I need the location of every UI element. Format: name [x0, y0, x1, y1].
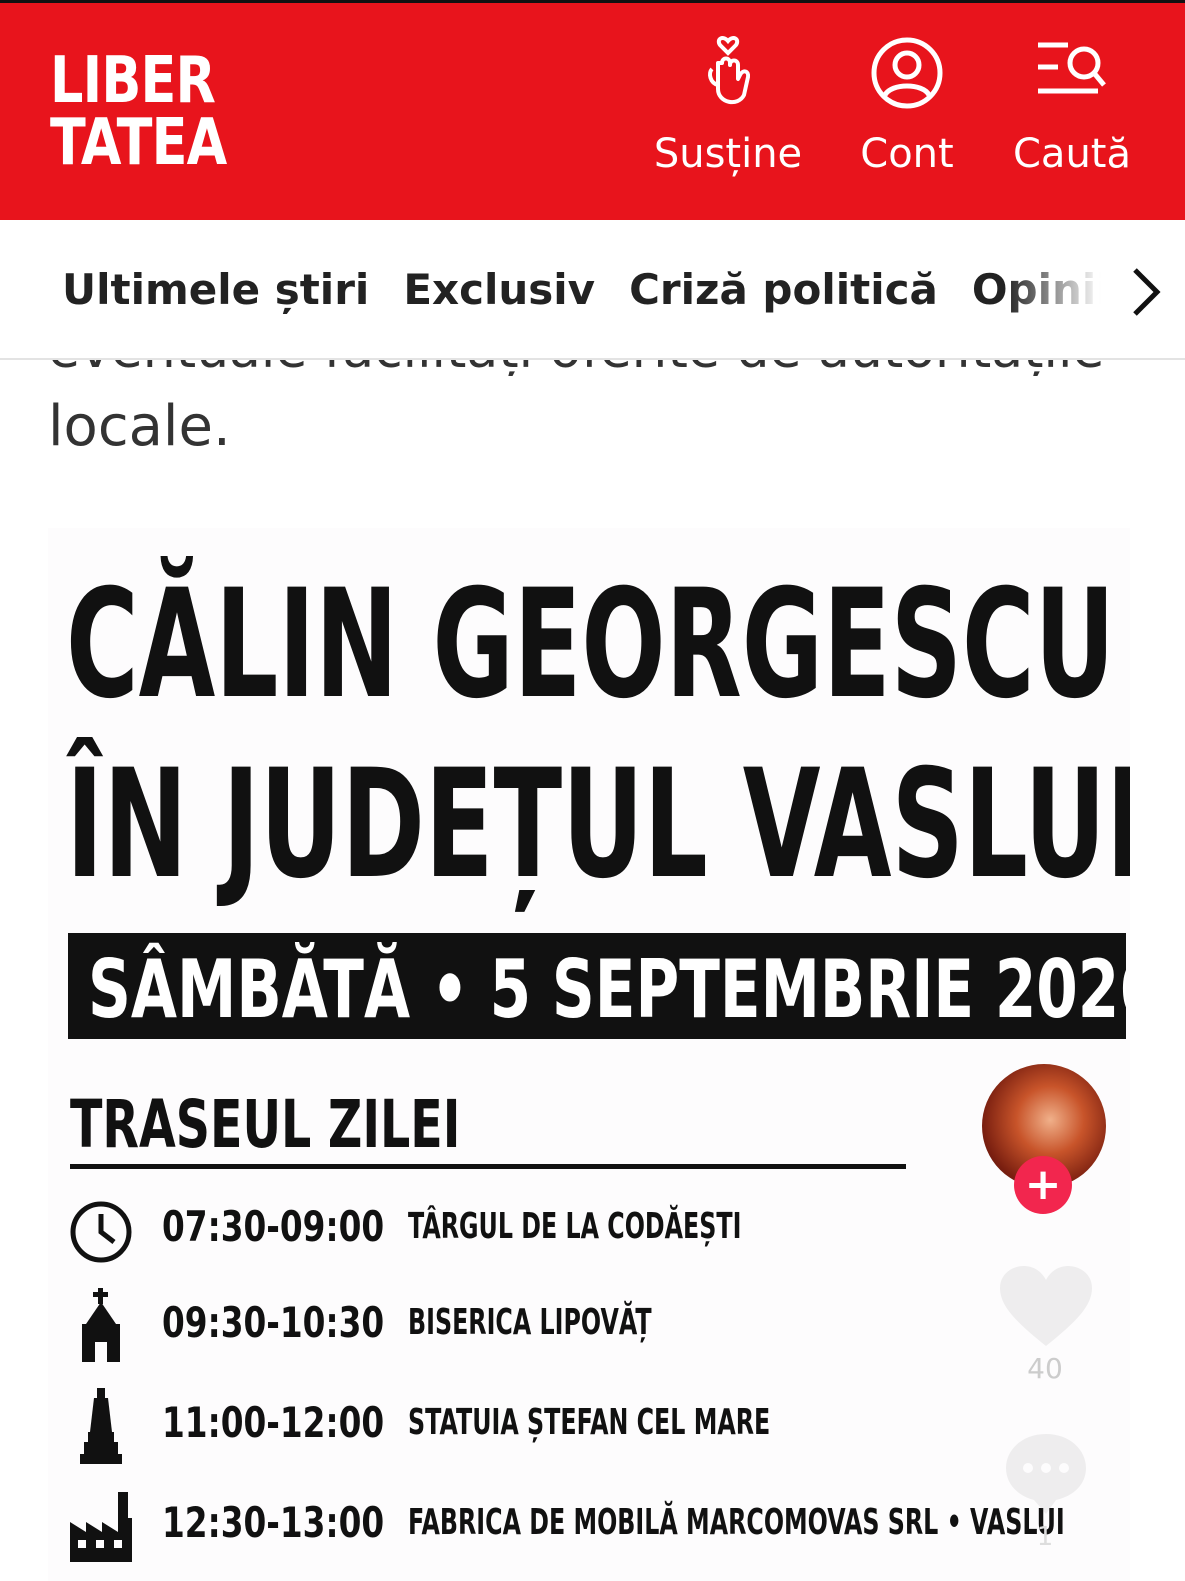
church-icon	[82, 1288, 120, 1362]
nav-fade	[1005, 240, 1125, 340]
search-label: Caută	[1013, 131, 1131, 177]
follow-plus-button[interactable]: +	[1014, 1156, 1072, 1214]
logo-line-1: LIBER	[50, 44, 216, 118]
poster-subtitle: TRASEUL ZILEI	[70, 1086, 461, 1163]
clock-icon	[70, 1201, 132, 1263]
schedule-row: 09:30-10:30 BISERICA LIPOVĂȚ	[68, 1288, 1068, 1368]
schedule-place: FABRICA DE MOBILĂ MARCOMOVAS SRL • VASLU…	[408, 1502, 1065, 1543]
statue-icon	[80, 1388, 122, 1464]
schedule-row: 12:30-13:00 FABRICA DE MOBILĂ MARCOMOVAS…	[68, 1488, 1068, 1568]
nav-item-political-crisis[interactable]: Criză politică	[629, 260, 938, 320]
nav-item-exclusive[interactable]: Exclusiv	[403, 260, 595, 320]
category-nav: Ultimele știri Exclusiv Criză politică O…	[0, 220, 1185, 360]
heart-icon[interactable]	[996, 1262, 1096, 1352]
comment-count: 1	[1036, 1522, 1054, 1552]
logo-line-2: TATEA	[50, 106, 227, 180]
search-menu-icon	[1038, 42, 1106, 94]
schedule-time: 12:30-13:00	[162, 1498, 385, 1547]
schedule-row: 07:30-09:00 TÂRGUL DE LA CODĂEȘTI	[68, 1192, 1068, 1272]
schedule-time: 07:30-09:00	[162, 1202, 385, 1251]
chevron-right-icon	[1133, 268, 1161, 316]
account-button[interactable]: Cont	[822, 33, 992, 193]
schedule-row: 11:00-12:00 STATUIA ȘTEFAN CEL MARE	[68, 1388, 1068, 1468]
campaign-poster: CĂLIN GEORGESCU ÎN JUDEȚUL VASLUI SÂMBĂT…	[48, 528, 1130, 1581]
schedule-time: 11:00-12:00	[162, 1398, 385, 1447]
like-count: 40	[1027, 1352, 1063, 1385]
schedule-place: BISERICA LIPOVĂȚ	[408, 1302, 652, 1343]
poster-title-line-1: CĂLIN GEORGESCU	[66, 558, 1116, 732]
schedule-place: TÂRGUL DE LA CODĂEȘTI	[408, 1206, 742, 1247]
schedule-place: STATUIA ȘTEFAN CEL MARE	[408, 1402, 771, 1443]
poster-divider	[70, 1164, 906, 1169]
liberatea-logo[interactable]: LIBER TATEA	[50, 44, 227, 180]
schedule-time: 09:30-10:30	[162, 1298, 385, 1347]
support-label: Susține	[653, 131, 803, 177]
factory-icon	[70, 1492, 132, 1562]
finger-heart-icon	[708, 36, 751, 105]
article-text: locale.	[48, 394, 231, 459]
account-label: Cont	[860, 131, 954, 177]
user-circle-icon	[871, 37, 943, 109]
support-button[interactable]: Susține	[643, 33, 813, 193]
poster-date-banner: SÂMBĂTĂ • 5 SEPTEMBRIE 2026	[68, 933, 1126, 1039]
site-header: LIBER TATEA Susține Cont Caută	[0, 0, 1185, 220]
nav-item-latest-news[interactable]: Ultimele știri	[62, 260, 369, 320]
poster-title-line-2: ÎN JUDEȚUL VASLUI	[66, 738, 1130, 912]
comment-icon[interactable]	[1000, 1428, 1092, 1518]
search-button[interactable]: Caută	[987, 33, 1157, 193]
nav-items: Ultimele știri Exclusiv Criză politică O…	[62, 260, 1105, 320]
poster-date-text: SÂMBĂTĂ • 5 SEPTEMBRIE 2026	[88, 943, 1126, 1036]
nav-next-button[interactable]	[1121, 262, 1171, 322]
